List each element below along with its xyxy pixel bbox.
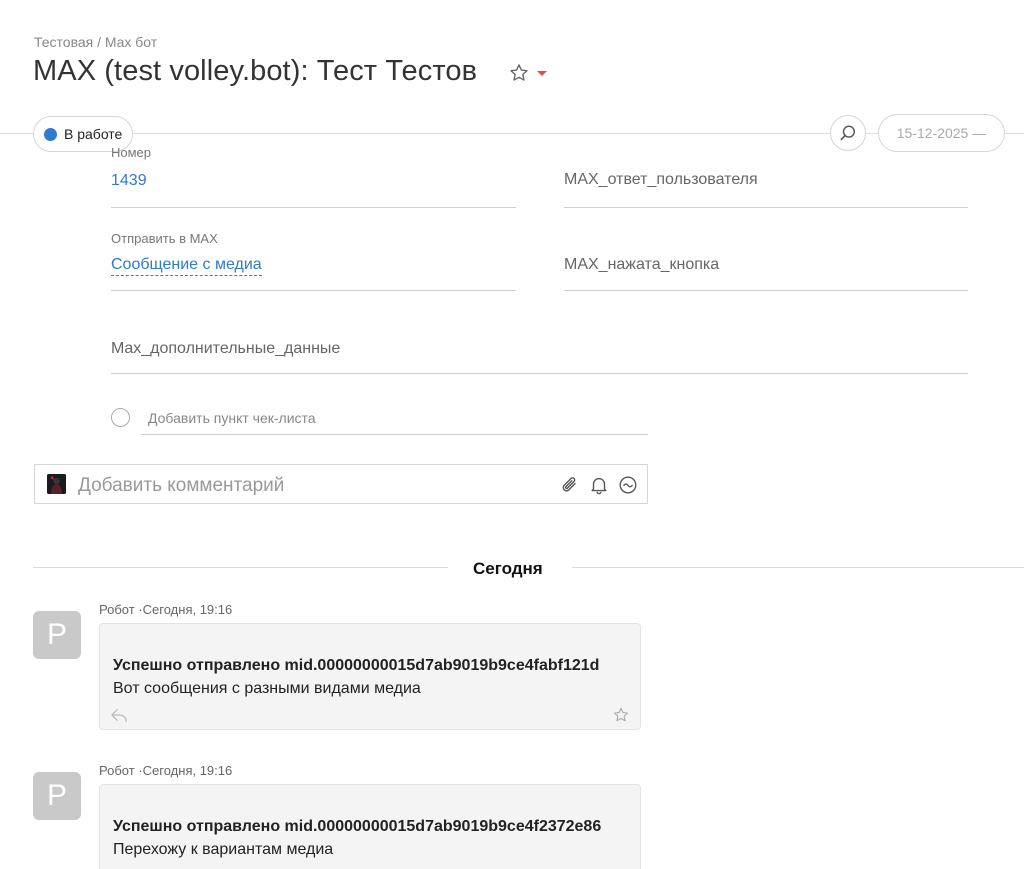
message-text: Вот сообщения с разными видами медиа (113, 680, 421, 697)
avatar[interactable]: Р (33, 611, 81, 659)
bell-icon[interactable] (588, 474, 610, 496)
day-separator-line-right (572, 567, 1024, 568)
field-send-to-max[interactable]: Отправить в MAX Сообщение с медиа (111, 229, 516, 291)
checklist-checkbox[interactable] (111, 408, 130, 427)
message-meta: Робот ·Сегодня, 19:16 (99, 763, 232, 778)
avatar[interactable]: Р (33, 772, 81, 820)
paperclip-icon[interactable] (559, 474, 581, 496)
breadcrumb: Тестовая / Max бот (34, 34, 157, 50)
message-bubble: Успешно отправлено mid.00000000015d7ab90… (99, 623, 641, 730)
message-bubble: Успешно отправлено mid.00000000015d7ab90… (99, 784, 641, 869)
field-max-user-answer-placeholder: MAX_ответ_пользователя (564, 171, 758, 188)
header-divider (0, 133, 1024, 134)
status-dot-icon (44, 127, 57, 141)
day-separator-label: Сегодня (473, 559, 543, 578)
field-number[interactable]: Номер 1439 (111, 145, 516, 208)
field-number-value[interactable]: 1439 (111, 172, 147, 190)
field-max-extra-data[interactable]: Max_дополнительные_данные (111, 312, 968, 374)
breadcrumb-parent[interactable]: Тестовая (34, 34, 93, 50)
message-author[interactable]: Робот (99, 763, 135, 778)
breadcrumb-separator: / (97, 34, 102, 50)
status-label: В работе (64, 126, 123, 142)
field-send-to-max-label: Отправить в MAX (111, 231, 218, 246)
field-max-user-answer[interactable]: MAX_ответ_пользователя (564, 145, 968, 208)
message-title: Успешно отправлено mid.00000000015d7ab90… (113, 818, 602, 835)
field-send-to-max-value[interactable]: Сообщение с медиа (111, 256, 262, 276)
breadcrumb-current[interactable]: Max бот (105, 34, 157, 50)
search-icon (840, 125, 856, 141)
comment-box[interactable]: Добавить комментарий (34, 464, 648, 504)
checklist-input[interactable]: Добавить пункт чек-листа (141, 404, 648, 435)
message-time: Сегодня, 19:16 (142, 763, 233, 778)
star-icon[interactable] (508, 62, 530, 84)
field-max-button-pressed[interactable]: MAX_нажата_кнопка (564, 229, 968, 291)
emoji-icon[interactable] (617, 474, 639, 496)
field-max-extra-data-placeholder: Max_дополнительные_данные (111, 340, 341, 357)
reply-icon[interactable] (110, 707, 128, 723)
message-title: Успешно отправлено mid.00000000015d7ab90… (113, 657, 600, 674)
field-max-button-pressed-placeholder: MAX_нажата_кнопка (564, 256, 720, 273)
caret-down-icon[interactable] (537, 71, 547, 76)
day-separator-line-left (33, 567, 448, 568)
message-author[interactable]: Робот (99, 602, 135, 617)
field-number-label: Номер (111, 145, 152, 160)
star-icon[interactable] (612, 706, 630, 724)
avatar (47, 474, 66, 494)
comment-input[interactable]: Добавить комментарий (78, 475, 284, 497)
message-text: Перехожу к вариантам медиа (113, 841, 334, 858)
page-title: MAX (test volley.bot): Тест Тестов (33, 55, 478, 87)
message-meta: Робот ·Сегодня, 19:16 (99, 602, 232, 617)
message-time: Сегодня, 19:16 (142, 602, 233, 617)
